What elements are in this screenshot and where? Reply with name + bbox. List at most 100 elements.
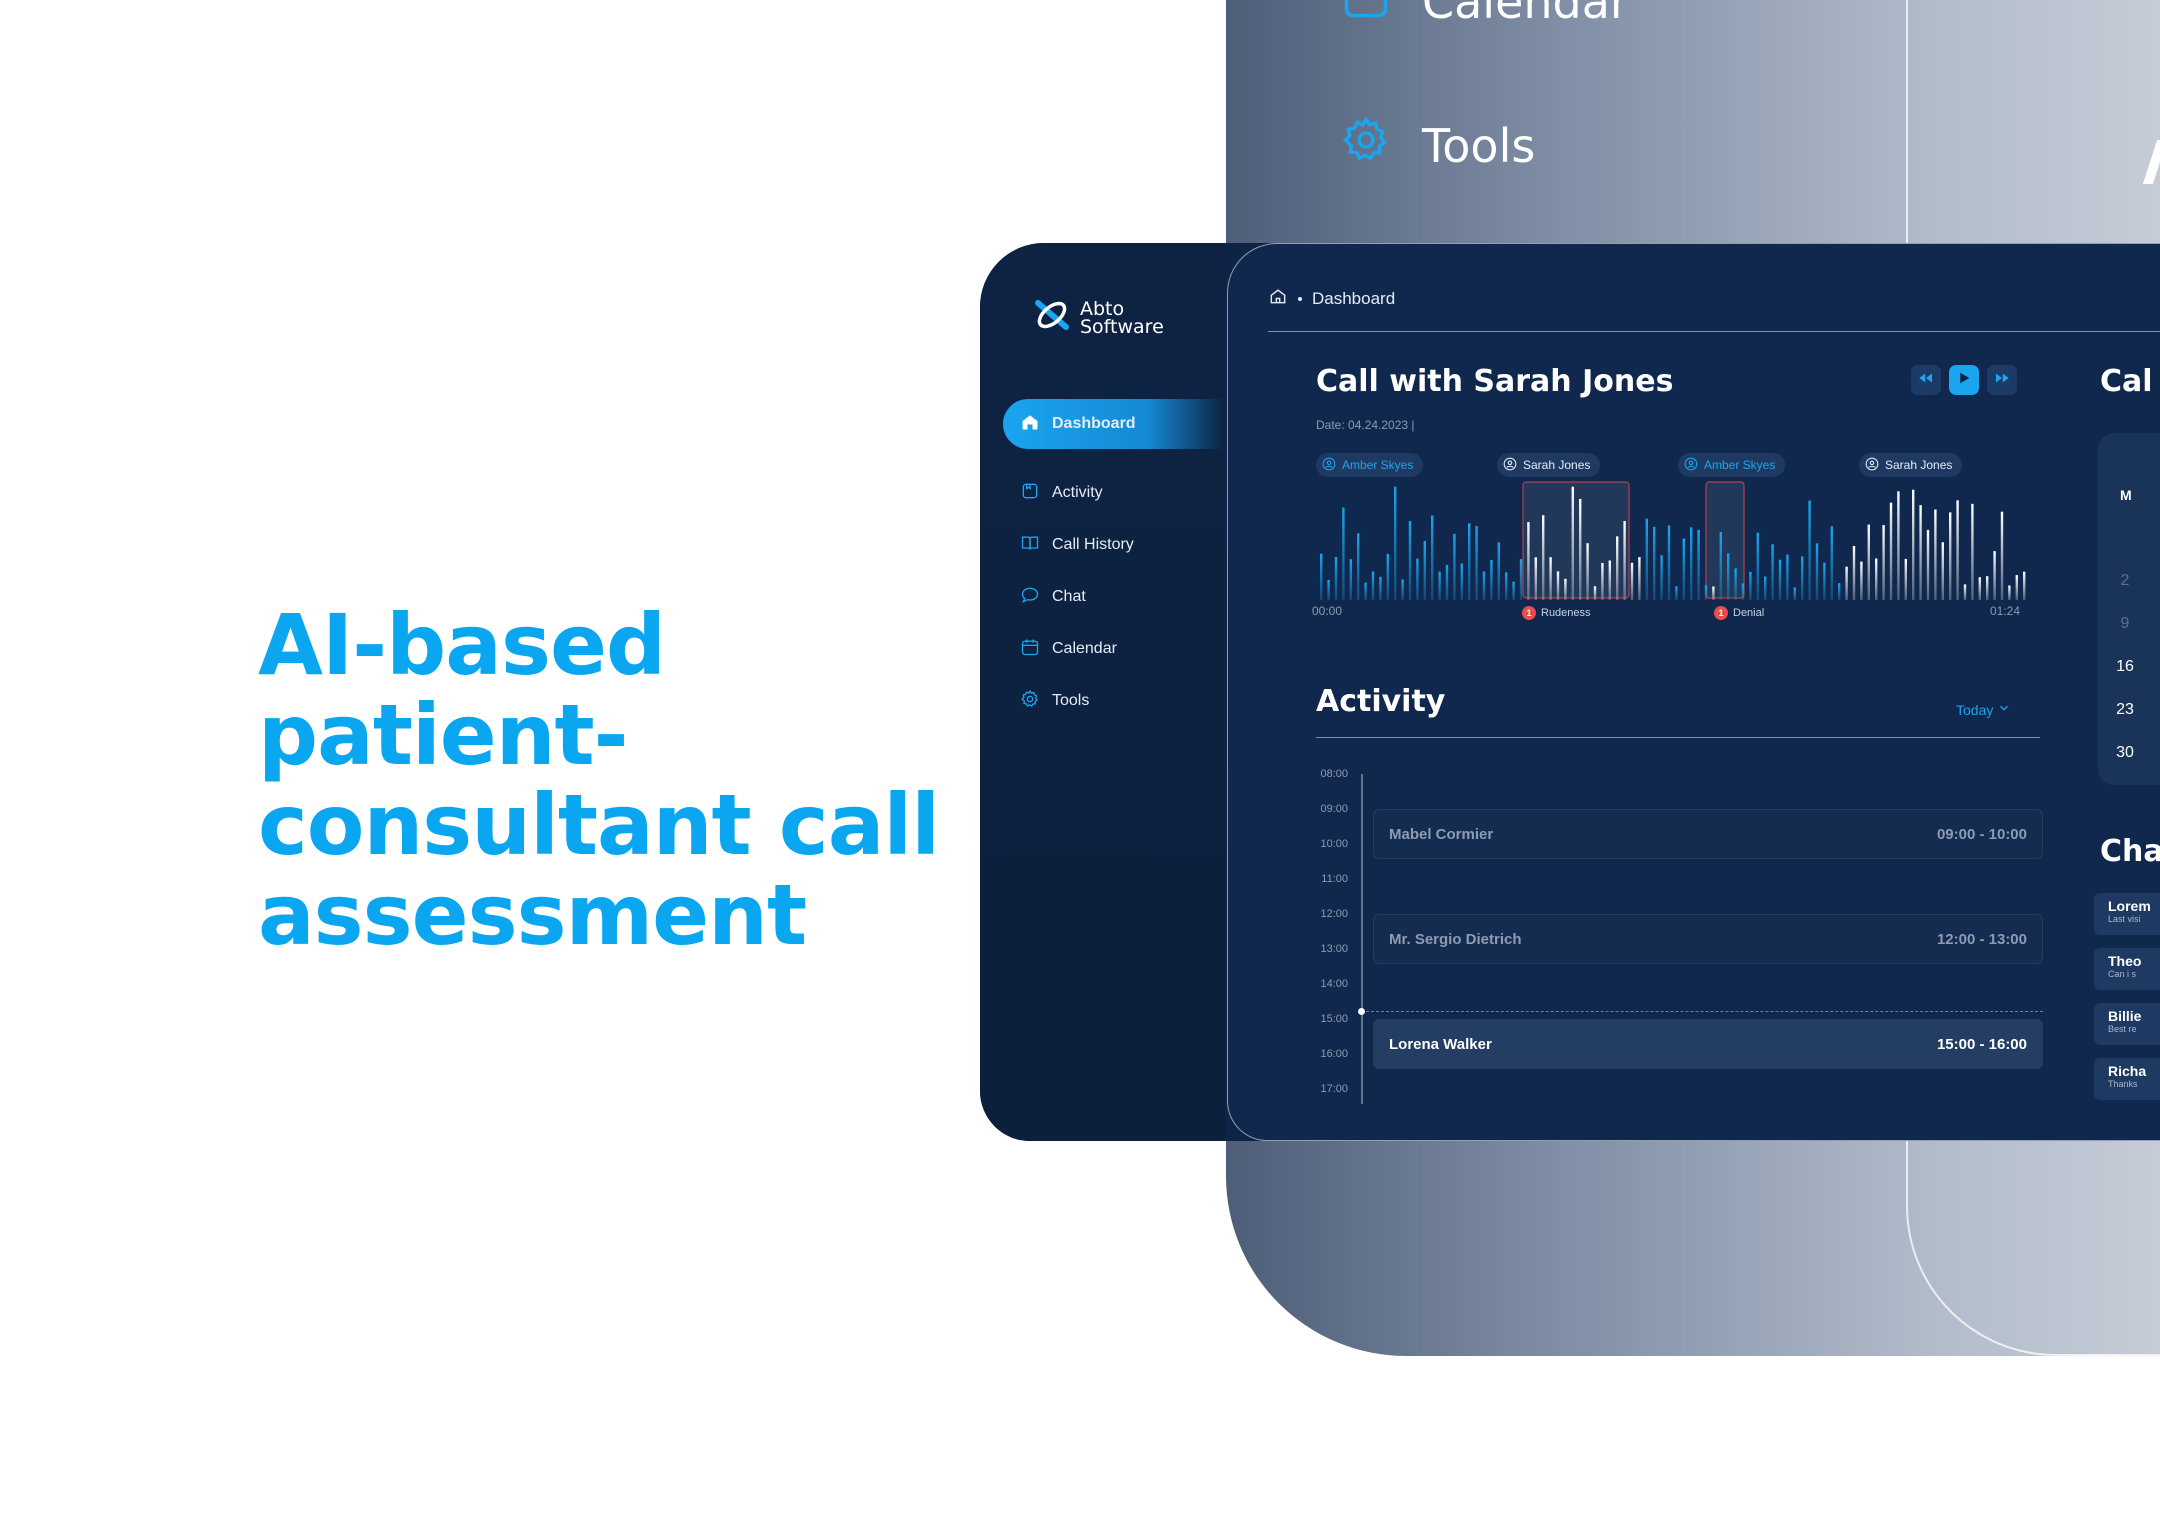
hour-label: 12:00 [1320,908,1348,920]
sidebar-item-tools[interactable]: Tools [980,675,1225,727]
calendar-day-header: M [2120,487,2132,503]
waveform-bar [1986,576,1989,600]
brand-logo[interactable]: Abto Software [1032,295,1164,340]
sidebar-item-label: Calendar [1052,640,1117,657]
activity-event-active[interactable]: Lorena Walker 15:00 - 16:00 [1373,1019,2043,1069]
sidebar-item-calendar[interactable]: Calendar [980,623,1225,675]
gear-icon [1020,689,1040,714]
waveform-bar [1771,544,1774,600]
waveform-bar [1815,543,1819,600]
calendar-icon [1340,0,1392,33]
chat-item[interactable]: Richa Thanks [2094,1058,2160,1100]
timeline-hours: 08:00 09:00 10:00 11:00 12:00 13:00 14:0… [1308,768,1348,1118]
hour-label: 10:00 [1320,838,1348,850]
home-icon[interactable] [1268,286,1288,311]
chat-item[interactable]: Lorem Last visi [2094,893,2160,935]
waveform-bar [1727,553,1730,600]
waveform-bar [1564,578,1567,600]
background-nav-tools: Tools [1340,114,1535,177]
background-nav-label: Tools [1422,118,1536,173]
sidebar-item-activity[interactable]: Activity [980,467,1225,519]
rewind-icon [1917,369,1935,392]
background-nav-label: Calendar [1422,0,1629,29]
headline-line: assessment [258,866,807,964]
waveform-bar [1941,542,1944,600]
calendar-date[interactable]: 9 [2110,615,2140,633]
headline-line: patient- [258,686,629,784]
waveform-bar [1490,559,1493,600]
waveform-bar [1320,553,1323,600]
speaker-name: Sarah Jones [1885,458,1953,472]
flag-rudeness[interactable]: 1 Rudeness [1522,606,1591,620]
user-icon [1865,457,1879,474]
waveform-bar [1616,536,1619,600]
calendar-date[interactable]: 30 [2110,744,2140,762]
hour-label: 13:00 [1320,943,1348,955]
event-name: Mr. Sergio Dietrich [1389,930,1522,948]
hour-label: 17:00 [1320,1083,1348,1095]
waveform-bar [1401,579,1404,600]
calendar-date[interactable]: 16 [2110,658,2140,676]
waveform-bar [1475,526,1478,600]
waveform-bar [1660,555,1663,600]
sidebar-item-label: Dashboard [1052,415,1136,432]
fast-forward-button[interactable] [1987,365,2017,395]
waveform-bar [1327,579,1330,600]
waveform-bar [1512,581,1515,600]
waveform-bar [1357,533,1360,600]
audio-waveform[interactable] [1316,480,2028,600]
current-time-line [1361,1011,2043,1012]
sidebar-item-dashboard[interactable]: Dashboard [1003,399,1225,449]
calendar-date[interactable]: 2 [2110,572,2140,590]
play-button[interactable] [1949,365,1979,395]
event-time: 12:00 - 13:00 [1936,930,2027,948]
waveform-bar [1697,529,1700,600]
waveform-bar [1712,586,1715,600]
denial-highlight[interactable] [1705,481,1745,599]
sidebar-item-chat[interactable]: Chat [980,571,1225,623]
fast-forward-icon [1993,369,2011,392]
waveform-bar [1860,561,1863,600]
waveform-bar [1438,571,1441,600]
waveform-bar [1579,498,1582,600]
chat-item[interactable]: Billie Best re [2094,1003,2160,1045]
chat-item[interactable]: Theo Can i s [2094,948,2160,990]
home-icon [1020,412,1040,437]
waveform-bar [1719,532,1722,600]
chat-bubble-icon [1020,585,1040,610]
waveform-bar [1801,556,1804,600]
waveform-bar [1912,489,1915,600]
waveform-bar [1867,524,1870,600]
event-name: Mabel Cormier [1389,825,1494,843]
activity-title: Activity [1316,684,1446,719]
waveform-bar [1830,526,1833,600]
flag-denial[interactable]: 1 Denial [1714,606,1764,620]
book-icon [1020,533,1040,558]
speaker-name: Amber Skyes [1704,458,1776,472]
waveform-bar [1364,582,1367,600]
waveform-bar [1519,559,1523,600]
activity-filter-dropdown[interactable]: Today [1956,701,2011,718]
activity-event[interactable]: Mr. Sergio Dietrich 12:00 - 13:00 [1373,914,2043,964]
calendar-card [2098,433,2160,785]
waveform-bar [1453,533,1456,600]
sidebar-item-label: Chat [1052,588,1086,605]
app-window: Abto Software Dashboard Activity Call Hi… [980,243,2160,1141]
speaker-name: Amber Skyes [1342,458,1414,472]
waveform-bar [1675,586,1678,600]
activity-divider [1316,737,2040,738]
waveform-bar [1875,558,1878,600]
header-divider [1268,331,2160,332]
calendar-date[interactable]: 23 [2110,701,2140,719]
sidebar-item-call-history[interactable]: Call History [980,519,1225,571]
activity-event[interactable]: Mabel Cormier 09:00 - 10:00 [1373,809,2043,859]
waveform-bar [1934,509,1937,600]
chat-preview: Best re [2108,1024,2137,1034]
waveform-bar [1690,527,1693,600]
background-nav-calendar: Calendar [1340,0,1629,33]
hour-label: 16:00 [1320,1048,1348,1060]
activity-filter-value: Today [1956,701,1994,718]
rudeness-highlight[interactable] [1522,481,1630,599]
waveform-bar [1556,571,1560,600]
rewind-button[interactable] [1911,365,1941,395]
